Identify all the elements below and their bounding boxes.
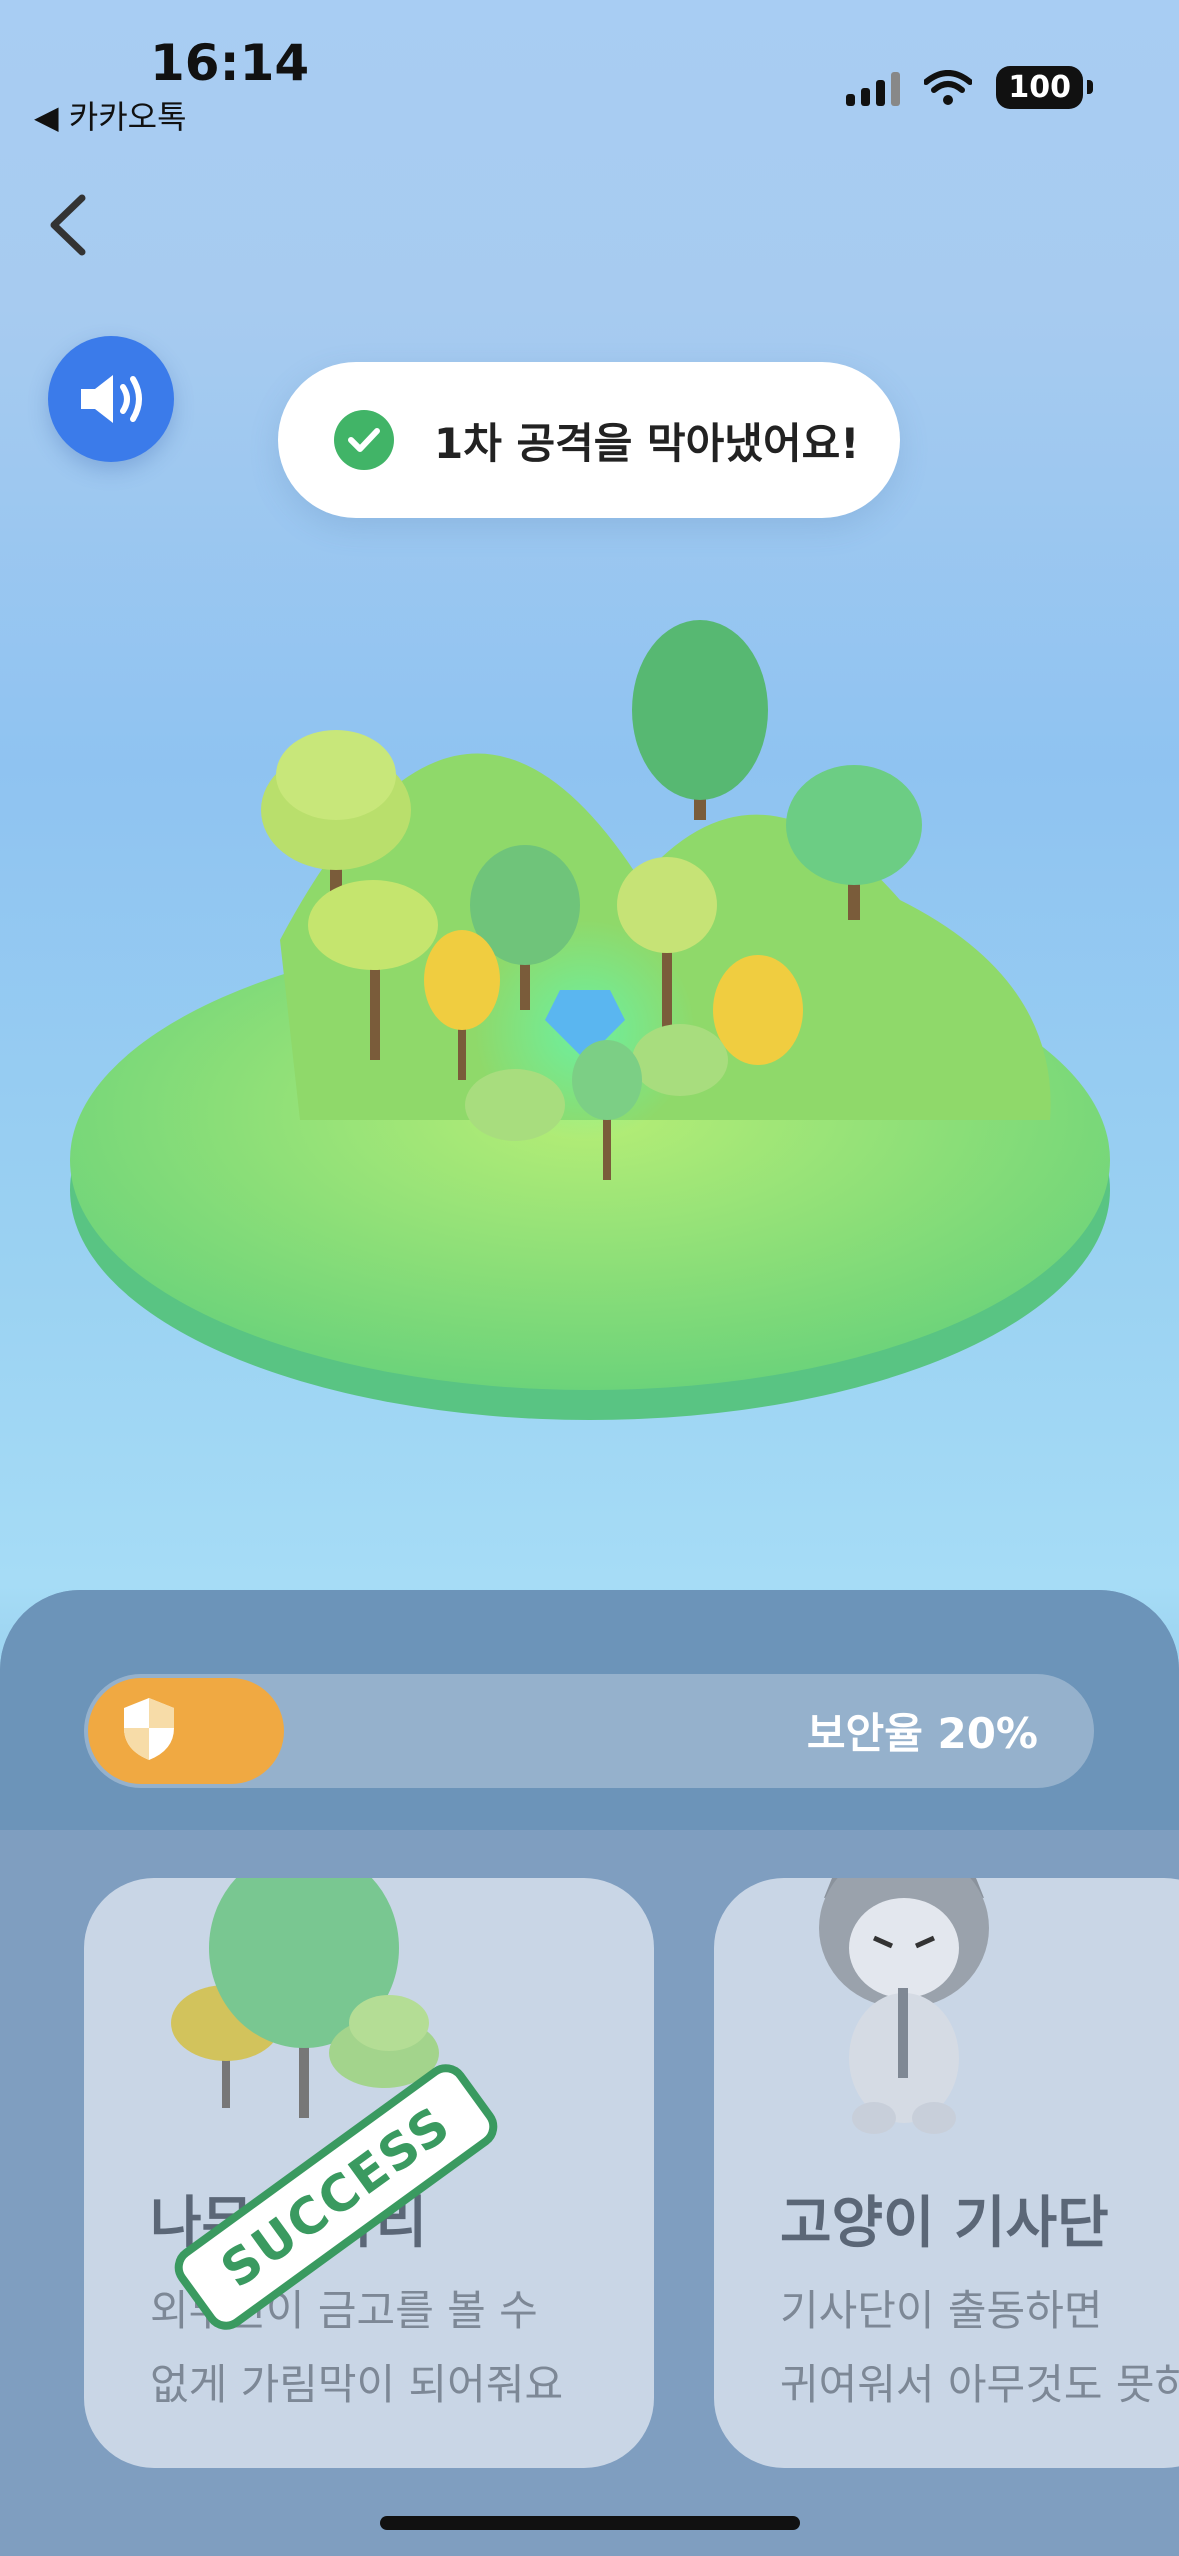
toast-message: 1차 공격을 막아냈어요! [434,418,860,468]
shield-icon [124,1698,174,1760]
battery-icon: 100 [996,66,1093,109]
wifi-icon [924,69,973,105]
cat-knight-illustration [819,1878,989,2134]
card-description: 기사단이 출동하면 귀여워서 아무것도 못하 [780,2274,1179,2422]
card-desc-line: 기사단이 출동하면 [780,2286,1103,2335]
card-desc-line: 없게 가림막이 되어줘요 [150,2360,564,2409]
success-toast: 1차 공격을 막아냈어요! [278,362,900,518]
status-indicators: 100 [846,66,1093,109]
back-chevron-icon [50,194,86,256]
security-rate-label: 보안율 20% [806,1709,1038,1758]
item-card-cat-knights[interactable]: 고양이 기사단 기사단이 출동하면 귀여워서 아무것도 못하 [714,1878,1179,2468]
home-indicator[interactable] [380,2516,800,2530]
status-time: 16:14 [150,34,310,92]
card-desc-line: 귀여워서 아무것도 못하 [780,2360,1179,2409]
back-button[interactable] [40,190,100,260]
sound-toggle-button[interactable] [48,336,174,462]
check-icon [334,410,394,470]
back-to-app-link[interactable]: ◀ 카카오톡 [34,92,187,138]
speaker-icon [81,375,142,423]
security-progress-bar: 보안율 20% [84,1674,1094,1788]
card-title: 고양이 기사단 [780,2191,1109,2256]
island-illustration [70,620,1110,1420]
signal-icon [846,70,901,106]
bottom-panel: 보안율 20% 나무 울타리 외부인이 금고를 볼 수 없게 가림막이 되어줘요 [0,1590,1179,2556]
